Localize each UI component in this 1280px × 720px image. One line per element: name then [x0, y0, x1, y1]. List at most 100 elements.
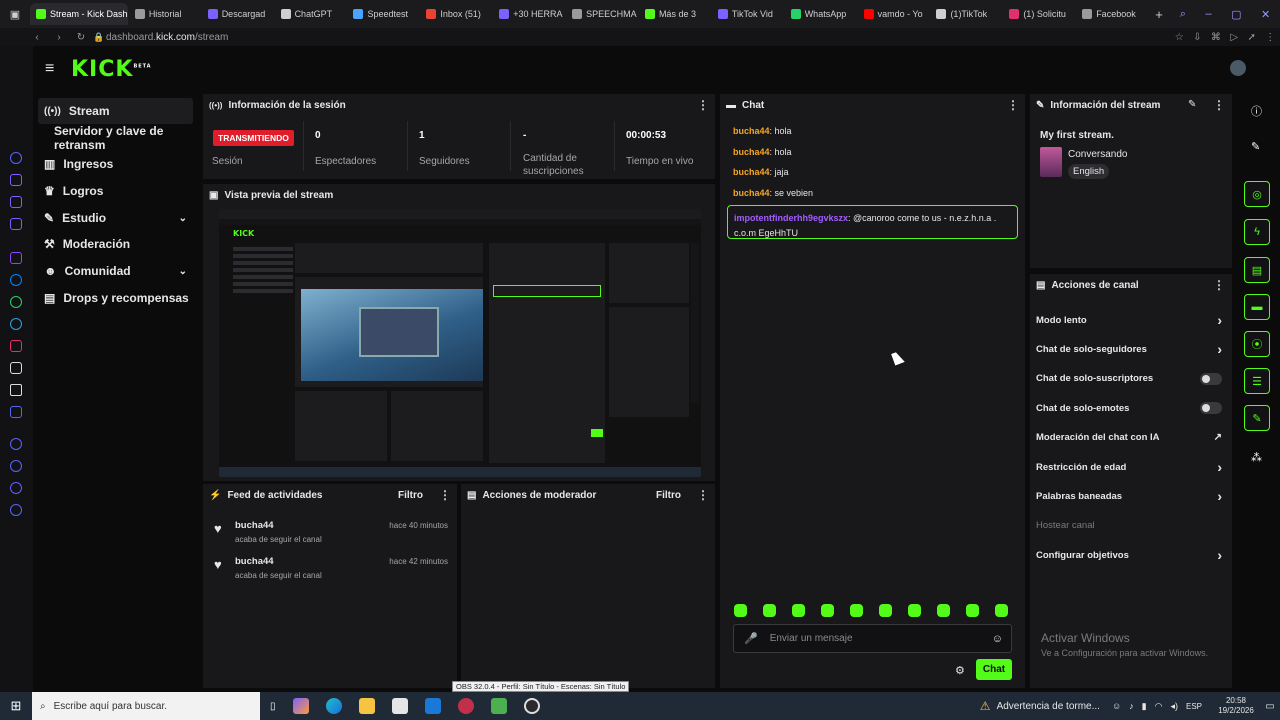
- apps-icon[interactable]: ⁂: [1251, 451, 1262, 464]
- channel-action-item[interactable]: Chat de solo-suscriptores: [1036, 371, 1222, 387]
- reload-icon[interactable]: ↻: [70, 32, 92, 43]
- network-icon[interactable]: ◠: [1155, 701, 1163, 712]
- file-explorer-icon[interactable]: [358, 698, 375, 714]
- avatar[interactable]: [1230, 60, 1246, 76]
- nav-ingresos[interactable]: ▥ Ingresos: [38, 151, 193, 177]
- emote-icon[interactable]: [763, 604, 776, 617]
- mic-icon[interactable]: ♪: [1129, 701, 1134, 712]
- browser-tab[interactable]: (1) Solicitu: [1003, 3, 1075, 25]
- category-name[interactable]: Conversando: [1068, 149, 1127, 160]
- emote-icon[interactable]: [995, 604, 1008, 617]
- maximize-icon[interactable]: ▢: [1231, 8, 1241, 21]
- browser-tab[interactable]: (1)TikTok: [930, 3, 1002, 25]
- browser-tab[interactable]: Facebook: [1076, 3, 1148, 25]
- settings-icon[interactable]: ⚙: [955, 664, 965, 677]
- channel-action-item[interactable]: Chat de solo-seguidores ›: [1036, 341, 1222, 357]
- people-icon[interactable]: ☺: [1112, 701, 1121, 712]
- sidebar-app-icon[interactable]: [10, 218, 22, 230]
- hamburger-menu-icon[interactable]: ≡: [45, 60, 54, 78]
- emote-icon[interactable]: [850, 604, 863, 617]
- emote-icon[interactable]: [879, 604, 892, 617]
- opera-icon[interactable]: [457, 698, 474, 714]
- browser-tab[interactable]: Historial: [129, 3, 201, 25]
- wrench-icon[interactable]: ✎: [1244, 405, 1270, 431]
- tiktok-icon[interactable]: [10, 362, 22, 374]
- taskbar-search[interactable]: ⌕ Escribe aquí para buscar.: [32, 692, 260, 720]
- browser-tab[interactable]: WhatsApp: [785, 3, 857, 25]
- chat-bubble-icon[interactable]: ▬: [1244, 294, 1270, 320]
- outlook-icon[interactable]: [424, 698, 441, 714]
- browser-tab[interactable]: Stream - Kick Dashb: [30, 3, 128, 25]
- toggle-switch[interactable]: [1200, 402, 1222, 415]
- store-icon[interactable]: [391, 698, 408, 714]
- chat-username[interactable]: impotentfinderhh9egvkszx: [734, 213, 848, 223]
- search-icon[interactable]: ⌕: [1180, 8, 1186, 21]
- obs-icon[interactable]: [523, 698, 540, 714]
- channel-action-item[interactable]: Chat de solo-emotes: [1036, 400, 1222, 416]
- telegram-icon[interactable]: [10, 318, 22, 330]
- url-field[interactable]: dashboard.kick.com/stream: [106, 32, 1170, 43]
- channel-action-item[interactable]: Palabras baneadas ›: [1036, 488, 1222, 504]
- emote-icon[interactable]: [792, 604, 805, 617]
- clock[interactable]: 20:58 19/2/2026: [1212, 696, 1260, 716]
- highlighted-message[interactable]: impotentfinderhh9egvkszx: @canoroo come …: [727, 205, 1018, 239]
- chat-username[interactable]: bucha44: [733, 167, 770, 177]
- filter-button[interactable]: Filtro: [656, 490, 681, 501]
- stream-preview-video[interactable]: KICK: [219, 209, 701, 477]
- more-options-icon[interactable]: ⋮: [439, 488, 451, 502]
- emote-icon[interactable]: [908, 604, 921, 617]
- nav-comunidad[interactable]: ☻ Comunidad ⌄: [38, 258, 193, 284]
- new-tab-icon[interactable]: +: [1148, 7, 1170, 22]
- feed-item[interactable]: ♥ bucha44 acaba de seguir el canal hace …: [203, 554, 457, 586]
- bookmark-icon[interactable]: ☆: [1175, 32, 1184, 43]
- browser-tab[interactable]: vamdo - Yo: [858, 3, 930, 25]
- chat-username[interactable]: bucha44: [733, 147, 770, 157]
- sidebar-app-icon[interactable]: [10, 174, 22, 186]
- close-icon[interactable]: ✕: [1261, 8, 1270, 21]
- forward-icon[interactable]: ›: [48, 32, 70, 43]
- browser-tab[interactable]: Speedtest: [347, 3, 419, 25]
- browser-tab[interactable]: +30 HERRA: [493, 3, 565, 25]
- bolt-icon[interactable]: ϟ: [1244, 219, 1270, 245]
- document-icon[interactable]: ▤: [1244, 257, 1270, 283]
- sidebar-app-icon[interactable]: [10, 482, 22, 494]
- nav-estudio[interactable]: ✎ Estudio ⌄: [38, 205, 193, 231]
- nav-logros[interactable]: ♛ Logros: [38, 178, 193, 204]
- settings-icon[interactable]: [10, 504, 22, 516]
- toggle-switch[interactable]: [1200, 372, 1222, 385]
- browser-tab[interactable]: ChatGPT: [275, 3, 347, 25]
- nav-moderacion[interactable]: ⚒ Moderación: [38, 231, 193, 257]
- edit-icon[interactable]: ✎: [1188, 99, 1196, 110]
- channel-action-item[interactable]: Restricción de edad ›: [1036, 459, 1222, 475]
- sidebar-app-icon[interactable]: [10, 152, 22, 164]
- emote-icon[interactable]: [734, 604, 747, 617]
- broadcast-icon[interactable]: ⦿: [1244, 331, 1270, 357]
- nav-drops[interactable]: ▤ Drops y recompensas: [38, 285, 193, 311]
- weather-text[interactable]: Advertencia de torme...: [997, 701, 1100, 712]
- menu-icon[interactable]: ⋮: [1265, 32, 1275, 43]
- channel-action-item[interactable]: Configurar objetivos ›: [1036, 547, 1222, 563]
- more-options-icon[interactable]: ⋮: [1213, 98, 1225, 112]
- nav-stream[interactable]: ((•)) Stream: [38, 98, 193, 124]
- back-icon[interactable]: ‹: [26, 32, 48, 43]
- channel-action-item[interactable]: Modo lento ›: [1036, 312, 1222, 328]
- volume-icon[interactable]: ◂): [1170, 701, 1178, 712]
- sidebar-app-icon[interactable]: [10, 438, 22, 450]
- pencil-icon[interactable]: ✎: [1251, 140, 1260, 153]
- language-indicator[interactable]: ESP: [1186, 702, 1202, 711]
- workspace-icon[interactable]: ▣: [0, 8, 30, 21]
- edge-icon[interactable]: [325, 698, 342, 714]
- browser-tab[interactable]: SPEECHMA: [566, 3, 638, 25]
- download-icon[interactable]: ⇩: [1193, 32, 1201, 43]
- x-icon[interactable]: [10, 384, 22, 396]
- browser-tab[interactable]: TikTok Vid: [712, 3, 784, 25]
- task-view-icon[interactable]: ▯: [270, 701, 276, 712]
- send-chat-button[interactable]: Chat: [976, 659, 1012, 680]
- twitch-icon[interactable]: [10, 252, 22, 264]
- instagram-icon[interactable]: [10, 340, 22, 352]
- info-icon[interactable]: ⓘ: [1251, 103, 1262, 119]
- feed-username[interactable]: bucha44: [235, 520, 274, 531]
- browser-tab[interactable]: Descargad: [202, 3, 274, 25]
- minecraft-icon[interactable]: [490, 698, 507, 714]
- whatsapp-icon[interactable]: [10, 296, 22, 308]
